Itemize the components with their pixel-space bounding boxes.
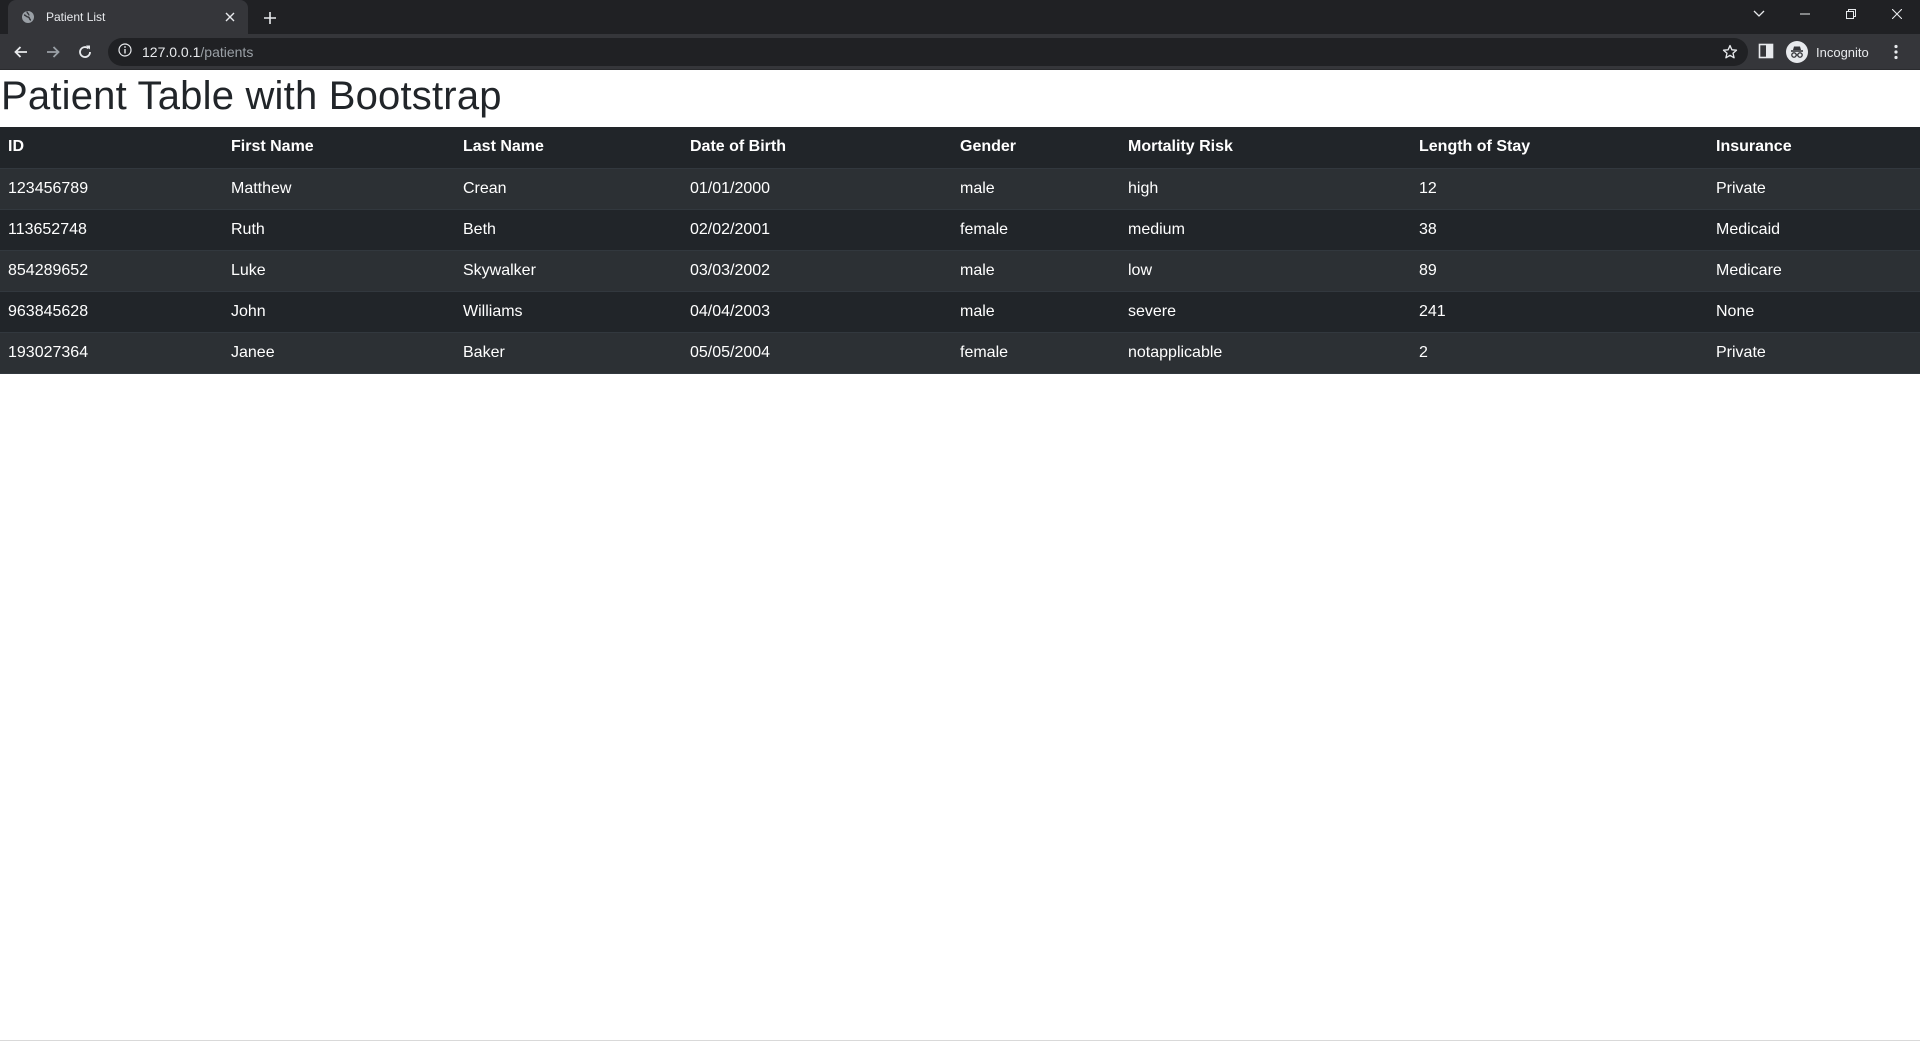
column-header-first-name[interactable]: First Name xyxy=(223,127,455,169)
cell-last-name: Williams xyxy=(455,291,682,333)
cell-date-of-birth: 01/01/2000 xyxy=(682,168,952,210)
cell-last-name: Baker xyxy=(455,332,682,374)
column-header-last-name[interactable]: Last Name xyxy=(455,127,682,169)
table-row[interactable]: 113652748 Ruth Beth 02/02/2001 female me… xyxy=(0,209,1920,251)
cell-first-name: Luke xyxy=(223,250,455,292)
cell-first-name: Janee xyxy=(223,332,455,374)
cell-last-name: Skywalker xyxy=(455,250,682,292)
column-header-id[interactable]: ID xyxy=(0,127,223,169)
cell-mortality-risk: low xyxy=(1120,250,1411,292)
table-header-row: ID First Name Last Name Date of Birth Ge… xyxy=(0,127,1920,169)
more-vert-icon[interactable] xyxy=(1886,42,1906,62)
cell-last-name: Crean xyxy=(455,168,682,210)
table-row[interactable]: 854289652 Luke Skywalker 03/03/2002 male… xyxy=(0,250,1920,292)
cell-id: 963845628 xyxy=(0,291,223,333)
cell-gender: male xyxy=(952,291,1120,333)
cell-date-of-birth: 03/03/2002 xyxy=(682,250,952,292)
minimize-icon[interactable] xyxy=(1782,0,1828,28)
cell-first-name: Ruth xyxy=(223,209,455,251)
column-header-insurance[interactable]: Insurance xyxy=(1708,127,1920,169)
page-content: Patient Table with Bootstrap ID First Na… xyxy=(0,70,1920,1041)
cell-first-name: John xyxy=(223,291,455,333)
info-icon[interactable] xyxy=(118,42,132,62)
incognito-profile-button[interactable]: Incognito xyxy=(1786,39,1869,65)
cell-gender: male xyxy=(952,168,1120,210)
cell-mortality-risk: notapplicable xyxy=(1120,332,1411,374)
cell-mortality-risk: medium xyxy=(1120,209,1411,251)
globe-icon xyxy=(20,9,36,25)
cell-id: 113652748 xyxy=(0,209,223,251)
browser-toolbar: 127.0.0.1/patients Incognito xyxy=(0,34,1920,70)
close-icon[interactable] xyxy=(222,9,238,25)
cell-insurance: None xyxy=(1708,291,1920,333)
column-header-gender[interactable]: Gender xyxy=(952,127,1120,169)
cell-mortality-risk: severe xyxy=(1120,291,1411,333)
back-arrow-icon[interactable] xyxy=(8,39,34,65)
star-icon[interactable] xyxy=(1722,44,1738,60)
chevron-down-icon[interactable] xyxy=(1736,0,1782,28)
cell-insurance: Private xyxy=(1708,168,1920,210)
cell-length-of-stay: 241 xyxy=(1411,291,1708,333)
cell-gender: female xyxy=(952,209,1120,251)
close-window-icon[interactable] xyxy=(1874,0,1920,28)
cell-insurance: Private xyxy=(1708,332,1920,374)
url-host: 127.0.0.1 xyxy=(142,44,201,60)
address-bar[interactable]: 127.0.0.1/patients xyxy=(108,38,1748,66)
browser-tab-strip: Patient List xyxy=(0,0,1920,34)
url-path: /patients xyxy=(200,44,254,60)
cell-mortality-risk: high xyxy=(1120,168,1411,210)
column-header-length-of-stay[interactable]: Length of Stay xyxy=(1411,127,1708,169)
restore-icon[interactable] xyxy=(1828,0,1874,28)
cell-id: 193027364 xyxy=(0,332,223,374)
cell-date-of-birth: 02/02/2001 xyxy=(682,209,952,251)
browser-tab[interactable]: Patient List xyxy=(8,0,248,34)
tab-title: Patient List xyxy=(46,10,106,24)
reload-icon[interactable] xyxy=(72,39,98,65)
cell-id: 854289652 xyxy=(0,250,223,292)
cell-date-of-birth: 04/04/2003 xyxy=(682,291,952,333)
cell-last-name: Beth xyxy=(455,209,682,251)
column-header-date-of-birth[interactable]: Date of Birth xyxy=(682,127,952,169)
table-row[interactable]: 963845628 John Williams 04/04/2003 male … xyxy=(0,291,1920,333)
cell-gender: male xyxy=(952,250,1120,292)
cell-insurance: Medicaid xyxy=(1708,209,1920,251)
patient-table: ID First Name Last Name Date of Birth Ge… xyxy=(0,127,1920,374)
side-panel-icon[interactable] xyxy=(1758,43,1776,61)
table-row[interactable]: 193027364 Janee Baker 05/05/2004 female … xyxy=(0,332,1920,374)
table-row[interactable]: 123456789 Matthew Crean 01/01/2000 male … xyxy=(0,168,1920,210)
cell-id: 123456789 xyxy=(0,168,223,210)
cell-date-of-birth: 05/05/2004 xyxy=(682,332,952,374)
incognito-icon xyxy=(1786,41,1808,63)
cell-length-of-stay: 2 xyxy=(1411,332,1708,374)
plus-icon[interactable] xyxy=(258,6,282,30)
incognito-label: Incognito xyxy=(1816,44,1869,60)
cell-length-of-stay: 12 xyxy=(1411,168,1708,210)
forward-arrow-icon[interactable] xyxy=(40,39,66,65)
cell-insurance: Medicare xyxy=(1708,250,1920,292)
cell-length-of-stay: 89 xyxy=(1411,250,1708,292)
cell-gender: female xyxy=(952,332,1120,374)
page-title: Patient Table with Bootstrap xyxy=(1,74,502,118)
column-header-mortality-risk[interactable]: Mortality Risk xyxy=(1120,127,1411,169)
cell-first-name: Matthew xyxy=(223,168,455,210)
cell-length-of-stay: 38 xyxy=(1411,209,1708,251)
